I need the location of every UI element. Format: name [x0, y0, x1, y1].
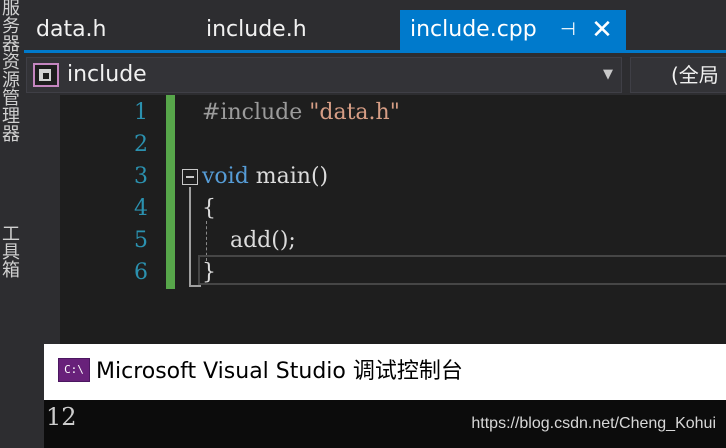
editor-margin [24, 95, 60, 345]
console-output-area[interactable]: 12 https://blog.csdn.net/Cheng_Kohui [44, 400, 726, 448]
code-line-5: add(); [202, 228, 296, 253]
line-number: 3 [134, 164, 148, 189]
collapse-icon[interactable] [182, 169, 198, 185]
code-line-1: #include "data.h" [202, 97, 400, 129]
code-editor[interactable]: 1 2 3 4 5 6 #include "data.h" void main(… [24, 95, 726, 345]
line-number: 1 [134, 100, 148, 125]
console-title-bar[interactable]: C:\ Microsoft Visual Studio 调试控制台 [44, 344, 726, 400]
member-scope-dropdown[interactable]: (全局 [630, 57, 726, 93]
line-number: 6 [134, 260, 148, 285]
side-panel-strip: 服务器资源管理器 工具箱 [0, 0, 24, 448]
current-line-highlight [198, 255, 726, 285]
navigation-bar: include ▼ (全局 [24, 53, 726, 95]
code-line-6: } [202, 260, 216, 285]
include-string: "data.h" [309, 100, 400, 125]
tab-label: include.h [206, 17, 307, 42]
function-signature: main() [248, 164, 329, 189]
scope-label: include [67, 62, 147, 87]
watermark-text: https://blog.csdn.net/Cheng_Kohui [471, 415, 716, 432]
code-line-4: { [202, 196, 216, 221]
console-output-text: 12 [46, 403, 77, 431]
document-tab-bar: data.h include.h include.cpp ⊣ ✕ [24, 10, 726, 50]
tab-data-h[interactable]: data.h [26, 10, 194, 50]
toolbox-tab[interactable]: 工具箱 [2, 226, 22, 306]
tab-label: data.h [36, 17, 107, 42]
keyword-void: void [202, 164, 249, 189]
change-tracking-bar [166, 95, 175, 289]
console-app-icon: C:\ [58, 358, 90, 382]
server-explorer-tab[interactable]: 服务器资源管理器 [2, 0, 22, 190]
tab-include-cpp[interactable]: include.cpp ⊣ ✕ [400, 10, 626, 50]
code-line-3: void main() [202, 161, 328, 193]
fold-region-line [189, 187, 191, 287]
project-scope-dropdown[interactable]: include ▼ [26, 57, 622, 93]
project-icon [33, 63, 59, 87]
pin-icon[interactable]: ⊣ [556, 10, 580, 50]
console-title: Microsoft Visual Studio 调试控制台 [96, 359, 463, 384]
chevron-down-icon: ▼ [603, 67, 613, 82]
line-number: 4 [134, 196, 148, 221]
close-icon[interactable]: ✕ [590, 10, 614, 50]
tab-include-h[interactable]: include.h [196, 10, 396, 50]
preprocessor-directive: #include [202, 100, 310, 125]
line-number: 5 [134, 228, 148, 253]
tab-label: include.cpp [410, 17, 537, 42]
fold-region-end [189, 285, 201, 287]
line-number: 2 [134, 132, 148, 157]
